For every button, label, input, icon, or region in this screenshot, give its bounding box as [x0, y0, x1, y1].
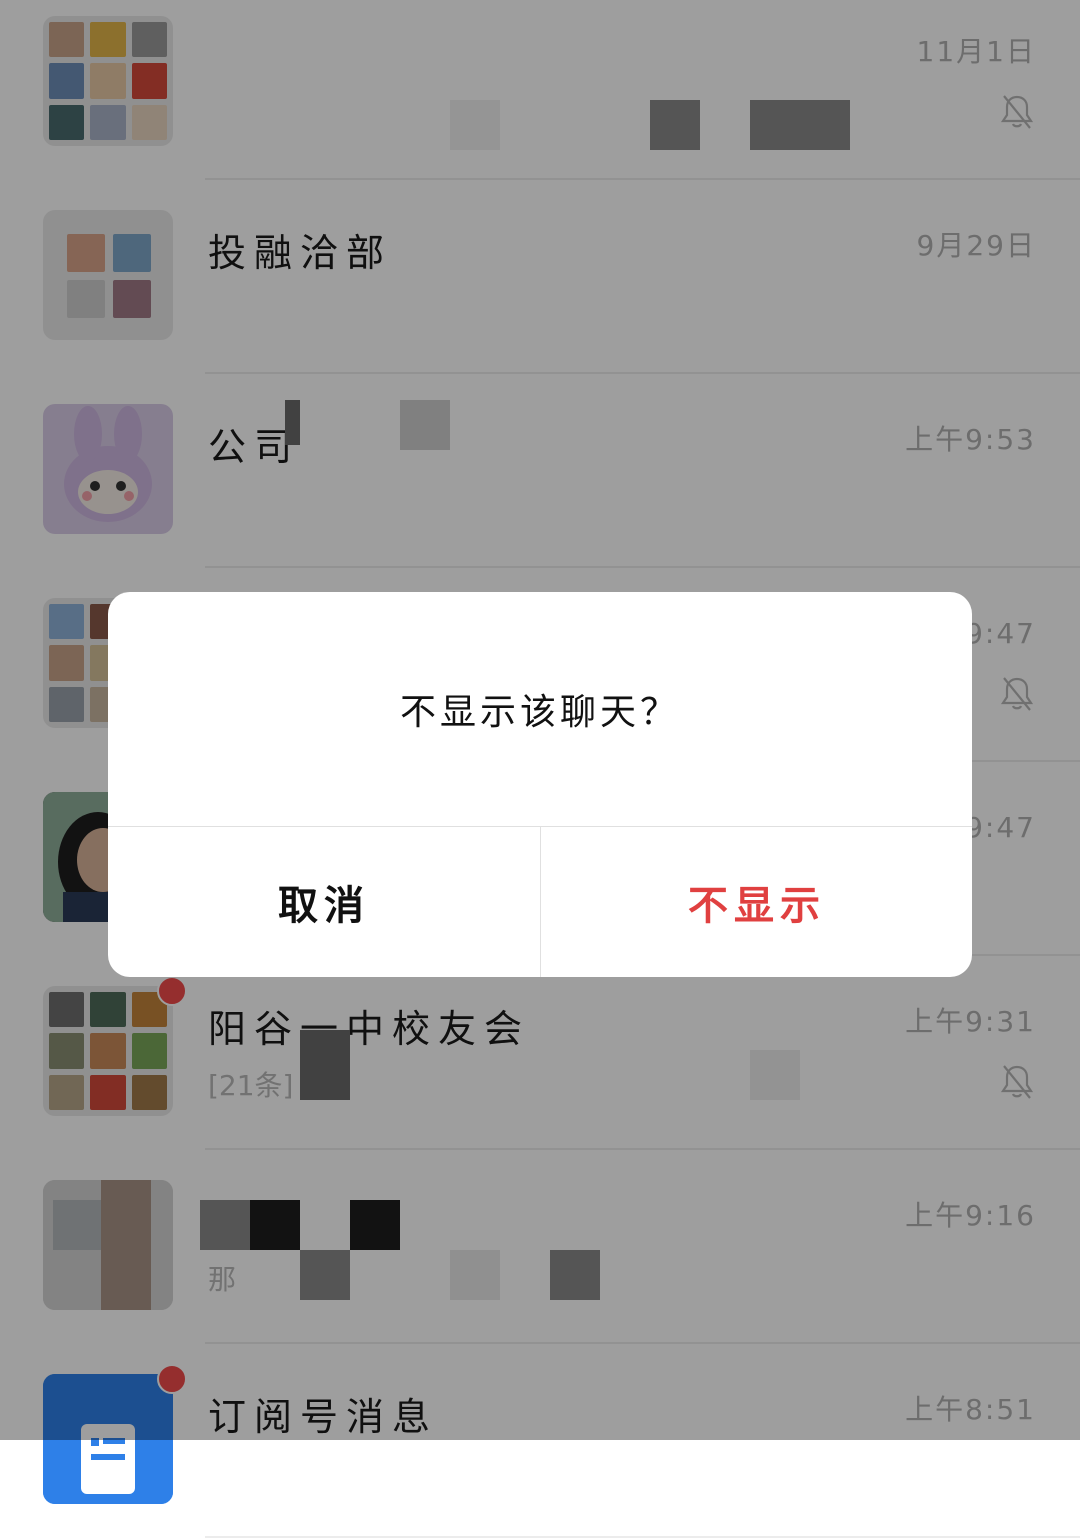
hide-chat-dialog: 不显示该聊天？ 取消 不显示 [108, 592, 972, 977]
hide-chat-button[interactable]: 不显示 [541, 827, 972, 977]
dialog-message: 不显示该聊天？ [399, 692, 680, 733]
cancel-button[interactable]: 取消 [108, 827, 540, 977]
